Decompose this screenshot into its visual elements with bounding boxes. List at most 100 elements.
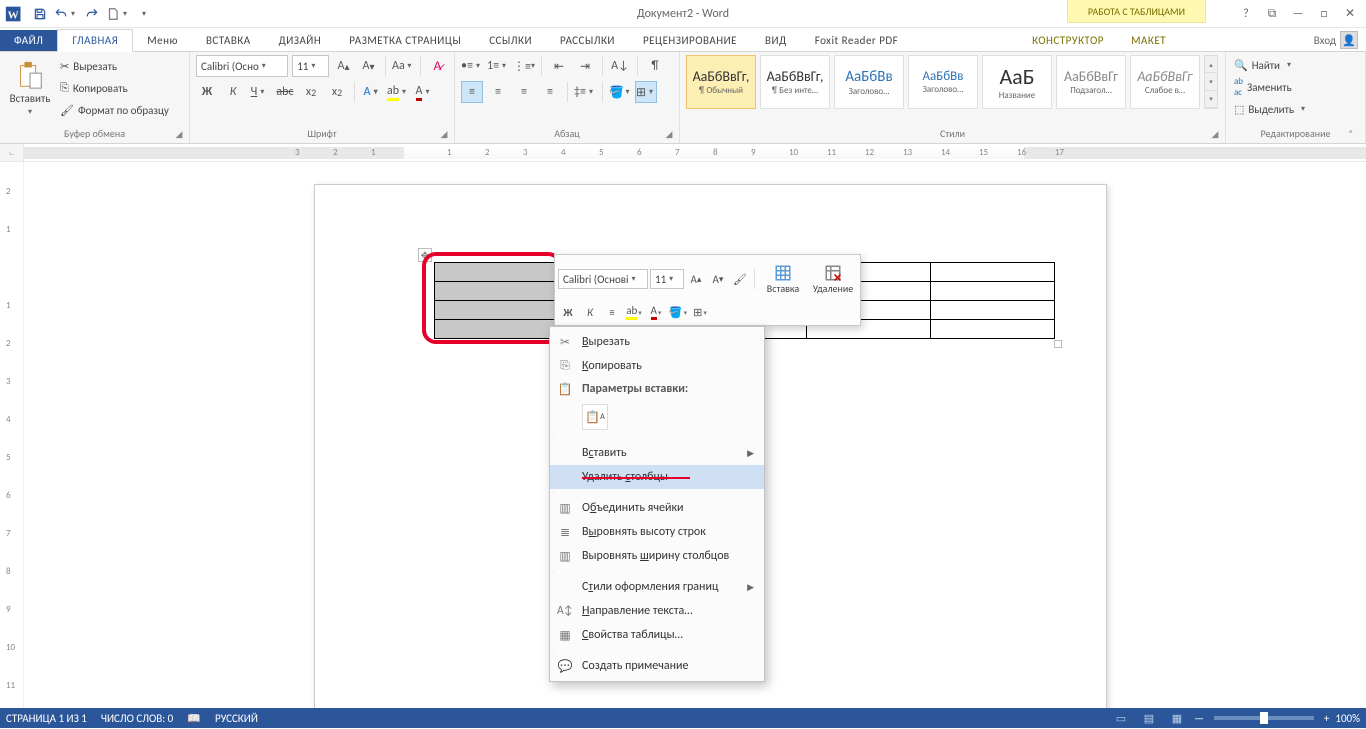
qat-customize-icon[interactable]: ▾	[132, 3, 156, 25]
tab-review[interactable]: РЕЦЕНЗИРОВАНИЕ	[629, 30, 751, 51]
mini-size-combo[interactable]: 11▾	[650, 269, 684, 289]
font-name-combo[interactable]: Calibri (Осно▾	[196, 55, 288, 77]
mini-format-painter-icon[interactable]: 🖌	[730, 269, 750, 289]
style-card[interactable]: АаБбВвЗаголово…	[834, 55, 904, 109]
tab-table-layout[interactable]: МАКЕТ	[1117, 30, 1180, 51]
superscript-button[interactable]: x2	[326, 81, 348, 103]
close-button[interactable]: ✕	[1338, 3, 1362, 25]
mini-borders-icon[interactable]: ⊞	[690, 302, 710, 322]
format-painter-button[interactable]: 🖌Формат по образцу	[58, 100, 171, 120]
grow-font-icon[interactable]: A▴	[333, 55, 354, 77]
tab-references[interactable]: ССЫЛКИ	[475, 30, 546, 51]
sort-icon[interactable]: A↓	[609, 55, 631, 77]
style-card[interactable]: АаБбВвГгСлабое в…	[1130, 55, 1200, 109]
horizontal-ruler[interactable]: 3211234567891011121314151617	[24, 144, 1366, 161]
style-card[interactable]: АаБбВвГгПодзагол…	[1056, 55, 1126, 109]
ctx-border-styles[interactable]: Стили оформления границ▶	[550, 575, 764, 599]
find-button[interactable]: 🔍Найти▾	[1232, 55, 1359, 75]
status-spellcheck-icon[interactable]: 📖	[187, 712, 201, 725]
mini-font-color-icon[interactable]: A	[646, 302, 666, 322]
paste-keep-formatting-icon[interactable]: 📋A	[582, 404, 608, 430]
decrease-indent-icon[interactable]: ⇤	[548, 55, 570, 77]
mini-italic-button[interactable]: К	[580, 302, 600, 322]
qat-save-icon[interactable]	[28, 3, 52, 25]
tab-view[interactable]: ВИД	[751, 30, 801, 51]
increase-indent-icon[interactable]: ⇥	[574, 55, 596, 77]
mini-highlight-icon[interactable]: ab	[624, 302, 644, 322]
status-word-count[interactable]: ЧИСЛО СЛОВ: 0	[101, 712, 173, 725]
style-card[interactable]: АаБбВвГг,¶ Обычный	[686, 55, 756, 109]
zoom-in-button[interactable]: +	[1324, 712, 1329, 725]
maximize-button[interactable]: □	[1312, 3, 1336, 25]
tab-design[interactable]: ДИЗАЙН	[265, 30, 336, 51]
minimize-button[interactable]: —	[1286, 3, 1310, 25]
ctx-distribute-rows[interactable]: ≣Выровнять высоту строк	[550, 520, 764, 544]
ctx-merge-cells[interactable]: ▥Объединить ячейки	[550, 496, 764, 520]
ribbon-display-button[interactable]: ⧉	[1260, 3, 1284, 25]
dialog-launcher-icon[interactable]: ◢	[173, 129, 185, 141]
show-marks-icon[interactable]: ¶	[644, 55, 666, 77]
mini-font-combo[interactable]: Calibri (Основі▾	[558, 269, 648, 289]
multilevel-icon[interactable]: ⋮≡▾	[513, 55, 535, 77]
zoom-out-button[interactable]: —	[1194, 712, 1204, 725]
shading-icon[interactable]: 🪣▾	[609, 81, 631, 103]
tab-file[interactable]: ФАЙЛ	[0, 30, 57, 51]
tab-home[interactable]: ГЛАВНАЯ	[57, 29, 133, 52]
copy-button[interactable]: ⎘Копировать	[58, 78, 171, 98]
borders-icon[interactable]: ⊞▾	[635, 81, 657, 103]
cut-button[interactable]: ✂Вырезать	[58, 56, 171, 76]
select-button[interactable]: ⬚Выделить▾	[1232, 99, 1359, 119]
ctx-cut[interactable]: ✂Вырезать	[550, 330, 764, 354]
qat-redo-icon[interactable]	[80, 3, 104, 25]
tab-mailings[interactable]: РАССЫЛКИ	[546, 30, 629, 51]
status-page[interactable]: СТРАНИЦА 1 ИЗ 1	[6, 712, 87, 725]
style-card[interactable]: АаБбВвГг,¶ Без инте…	[760, 55, 830, 109]
ctx-distribute-cols[interactable]: ▥Выровнять ширину столбцов	[550, 544, 764, 568]
style-card[interactable]: АаБНазвание	[982, 55, 1052, 109]
mini-shading-icon[interactable]: 🪣	[668, 302, 688, 322]
replace-button[interactable]: abacЗаменить	[1232, 77, 1359, 97]
numbering-icon[interactable]: 1≡▾	[487, 55, 509, 77]
qat-undo-icon[interactable]: ▾	[54, 3, 78, 25]
mini-align-icon[interactable]: ≡	[602, 302, 622, 322]
font-color-icon[interactable]: A▾	[413, 81, 435, 103]
vertical-ruler[interactable]: 21123456789101112	[0, 162, 24, 708]
ctx-new-comment[interactable]: 💬Создать примечание	[550, 654, 764, 678]
dialog-launcher-icon[interactable]: ◢	[663, 129, 675, 141]
font-size-combo[interactable]: 11▾	[292, 55, 329, 77]
mini-grow-font-icon[interactable]: A▴	[686, 269, 706, 289]
ctx-text-direction[interactable]: A↕Направление текста…	[550, 599, 764, 623]
align-left-icon[interactable]: ≡	[461, 81, 483, 103]
strike-button[interactable]: abc	[274, 81, 296, 103]
bullets-icon[interactable]: •≡▾	[461, 55, 483, 77]
tab-insert[interactable]: ВСТАВКА	[192, 30, 265, 51]
view-web-icon[interactable]: ▦	[1166, 709, 1188, 727]
mini-bold-button[interactable]: Ж	[558, 302, 578, 322]
style-card[interactable]: АаБбВвЗаголово…	[908, 55, 978, 109]
mini-shrink-font-icon[interactable]: A▾	[708, 269, 728, 289]
line-spacing-icon[interactable]: ‡≡▾	[574, 81, 596, 103]
ctx-insert[interactable]: Вставить▶	[550, 441, 764, 465]
highlight-icon[interactable]: ab▾	[387, 81, 409, 103]
dialog-launcher-icon[interactable]: ◢	[438, 129, 450, 141]
ctx-copy[interactable]: ⎘Копировать	[550, 354, 764, 378]
ctx-table-properties[interactable]: ▦Свойства таблицы…	[550, 623, 764, 647]
align-center-icon[interactable]: ≡	[487, 81, 509, 103]
collapse-ribbon-icon[interactable]: ˄	[1348, 127, 1362, 141]
view-read-icon[interactable]: ▭	[1110, 709, 1132, 727]
align-right-icon[interactable]: ≡	[513, 81, 535, 103]
shrink-font-icon[interactable]: A▾	[358, 55, 379, 77]
bold-button[interactable]: Ж	[196, 81, 218, 103]
view-print-icon[interactable]: ▤	[1138, 709, 1160, 727]
text-effects-icon[interactable]: A▾	[361, 81, 383, 103]
tab-page-layout[interactable]: РАЗМЕТКА СТРАНИЦЫ	[335, 30, 475, 51]
mini-delete-button[interactable]: Удаление	[809, 258, 857, 300]
table-resize-handle-icon[interactable]	[1054, 340, 1062, 348]
table-move-handle-icon[interactable]: ✥	[418, 248, 432, 262]
underline-button[interactable]: Ч▾	[248, 81, 270, 103]
document-canvas[interactable]: ✥ Calibri (Основі▾ 11▾ A▴ A▾ 🖌 Вставка У…	[24, 162, 1366, 708]
sign-in[interactable]: Вход👤	[1314, 31, 1358, 49]
status-language[interactable]: РУССКИЙ	[215, 712, 258, 725]
tab-menu[interactable]: Меню	[133, 30, 192, 51]
mini-insert-button[interactable]: Вставка	[759, 258, 807, 300]
